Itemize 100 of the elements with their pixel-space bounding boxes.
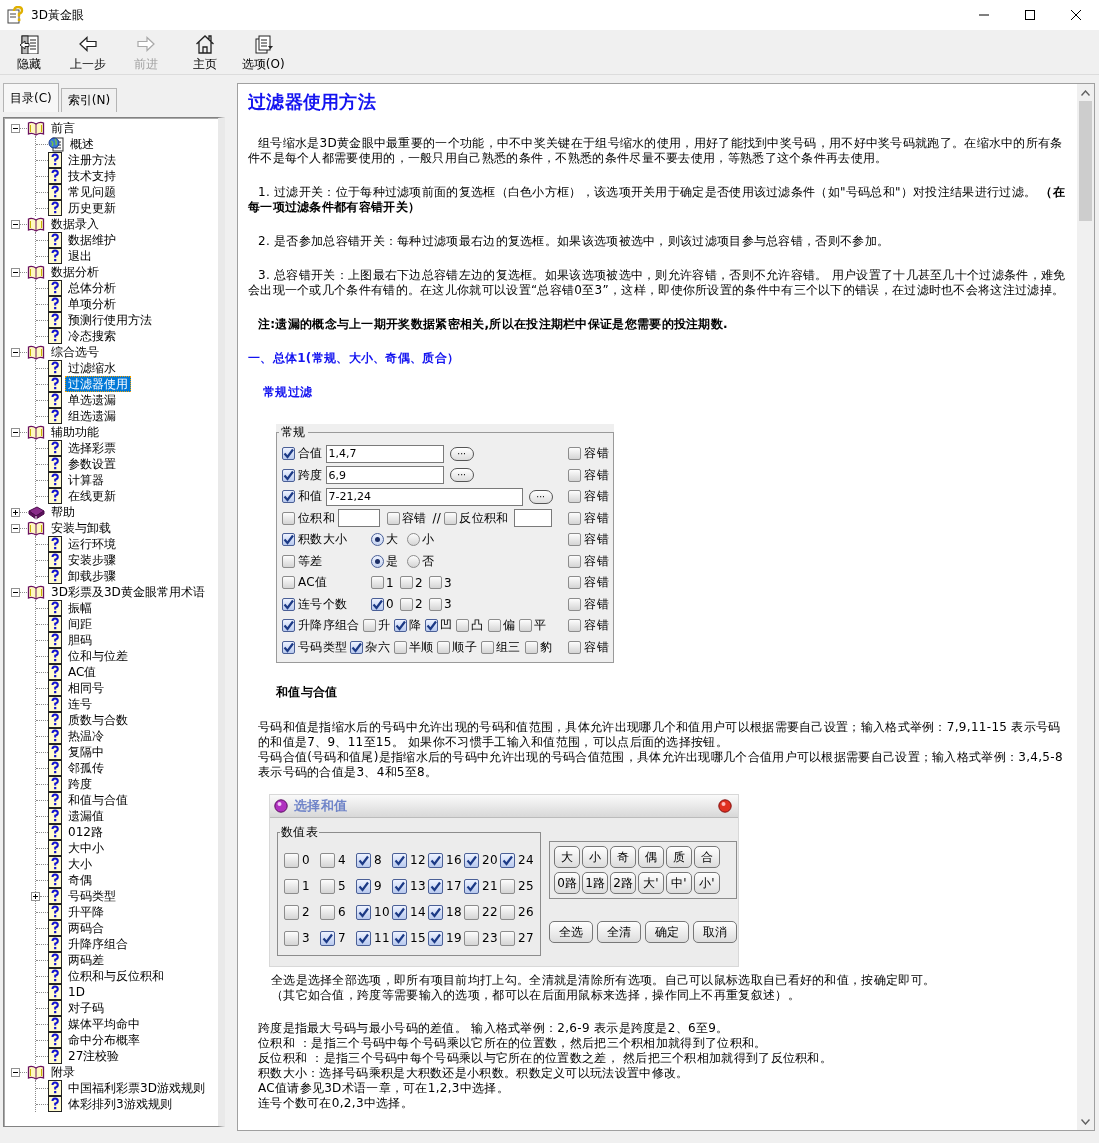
checkbox[interactable] bbox=[428, 930, 443, 946]
toolbar-button[interactable]: 选项(O) bbox=[234, 30, 293, 74]
quick-select-button[interactable]: 合 bbox=[694, 846, 720, 868]
quick-select-button[interactable]: 小 bbox=[582, 846, 608, 868]
tree-item[interactable]: 间距 bbox=[65, 616, 95, 632]
checkbox[interactable] bbox=[392, 904, 407, 920]
collapse-toggle-icon[interactable] bbox=[11, 523, 20, 533]
checkbox[interactable] bbox=[320, 878, 335, 894]
picker-button[interactable]: ··· bbox=[449, 446, 474, 461]
quick-select-button[interactable]: 偶 bbox=[638, 846, 664, 868]
checkbox[interactable] bbox=[524, 640, 538, 654]
tree-item[interactable]: 胆码 bbox=[65, 632, 95, 648]
expand-toggle-icon[interactable] bbox=[11, 507, 20, 517]
checkbox[interactable] bbox=[284, 904, 299, 920]
quick-select-button[interactable]: 2路 bbox=[610, 872, 636, 894]
tree-item[interactable]: 位积和与反位积和 bbox=[65, 968, 167, 984]
checkbox[interactable] bbox=[568, 468, 582, 482]
collapse-toggle-icon[interactable] bbox=[11, 123, 20, 133]
checkbox[interactable] bbox=[428, 878, 443, 894]
checkbox[interactable] bbox=[392, 878, 407, 894]
dialog-button[interactable]: 取消 bbox=[693, 921, 737, 943]
close-icon[interactable] bbox=[1070, 9, 1082, 21]
tree-item[interactable]: 和值与合值 bbox=[65, 792, 131, 808]
checkbox[interactable] bbox=[568, 576, 582, 590]
tree-item[interactable]: 技术支持 bbox=[65, 168, 119, 184]
checkbox[interactable] bbox=[356, 930, 371, 946]
tree-item[interactable]: 退出 bbox=[65, 248, 95, 264]
checkbox[interactable] bbox=[568, 554, 582, 568]
collapse-toggle-icon[interactable] bbox=[11, 1067, 20, 1077]
checkbox[interactable] bbox=[282, 533, 295, 547]
tree-item[interactable]: 27注校验 bbox=[65, 1048, 123, 1064]
checkbox[interactable] bbox=[481, 640, 495, 654]
tree-item[interactable]: 预测行使用方法 bbox=[65, 312, 155, 328]
tree-item[interactable]: 复隔中 bbox=[65, 744, 107, 760]
dialog-button[interactable]: 确定 bbox=[645, 921, 689, 943]
tree-item[interactable]: 两码差 bbox=[65, 952, 107, 968]
quick-select-button[interactable]: 大' bbox=[638, 872, 664, 894]
checkbox[interactable] bbox=[356, 878, 371, 894]
checkbox[interactable] bbox=[428, 576, 442, 590]
tree-item[interactable]: 在线更新 bbox=[65, 488, 119, 504]
collapse-toggle-icon[interactable] bbox=[11, 219, 20, 229]
input-field[interactable] bbox=[514, 509, 553, 528]
checkbox[interactable] bbox=[282, 468, 295, 482]
tree-item[interactable]: 附录 bbox=[48, 1064, 78, 1080]
tree-item[interactable]: 热温冷 bbox=[65, 728, 107, 744]
tree-item[interactable]: 振幅 bbox=[65, 600, 95, 616]
checkbox[interactable] bbox=[282, 576, 295, 590]
checkbox[interactable] bbox=[428, 852, 443, 868]
tree-item[interactable]: 奇偶 bbox=[65, 872, 95, 888]
checkbox[interactable] bbox=[320, 930, 335, 946]
tree-item[interactable]: 升降序组合 bbox=[65, 936, 131, 952]
checkbox[interactable] bbox=[282, 597, 295, 611]
checkbox[interactable] bbox=[362, 619, 376, 633]
tree-item[interactable]: 计算器 bbox=[65, 472, 107, 488]
quick-select-button[interactable]: 中' bbox=[666, 872, 692, 894]
tree-item[interactable]: 相同号 bbox=[65, 680, 107, 696]
checkbox[interactable] bbox=[284, 852, 299, 868]
tree-item[interactable]: 3D彩票及3D黄金眼常用术语 bbox=[48, 584, 208, 600]
quick-select-button[interactable]: 奇 bbox=[610, 846, 636, 868]
tree-item[interactable]: 数据录入 bbox=[48, 216, 102, 232]
checkbox[interactable] bbox=[356, 852, 371, 868]
tree-item[interactable]: 卸载步骤 bbox=[65, 568, 119, 584]
maximize-icon[interactable] bbox=[1024, 9, 1036, 21]
tree-item[interactable]: 媒体平均命中 bbox=[65, 1016, 143, 1032]
checkbox[interactable] bbox=[500, 852, 515, 868]
checkbox[interactable] bbox=[392, 852, 407, 868]
radio-button[interactable] bbox=[407, 554, 421, 568]
checkbox[interactable] bbox=[500, 904, 515, 920]
checkbox[interactable] bbox=[282, 511, 295, 525]
toolbar-button[interactable]: 主页 bbox=[175, 30, 234, 74]
checkbox[interactable] bbox=[284, 878, 299, 894]
dialog-button[interactable]: 全选 bbox=[549, 921, 593, 943]
tree-item[interactable]: 两码合 bbox=[65, 920, 107, 936]
tree-item[interactable]: 总体分析 bbox=[65, 280, 119, 296]
tree-item[interactable]: 运行环境 bbox=[65, 536, 119, 552]
collapse-toggle-icon[interactable] bbox=[11, 347, 20, 357]
tree-item[interactable]: 号码类型 bbox=[65, 888, 119, 904]
checkbox[interactable] bbox=[428, 904, 443, 920]
tree-item[interactable]: 连号 bbox=[65, 696, 95, 712]
expand-toggle-icon[interactable] bbox=[31, 891, 40, 901]
checkbox[interactable] bbox=[399, 576, 413, 590]
checkbox[interactable] bbox=[568, 490, 582, 504]
dialog-button[interactable]: 全清 bbox=[597, 921, 641, 943]
checkbox[interactable] bbox=[386, 511, 400, 525]
tree-item[interactable]: 对子码 bbox=[65, 1000, 107, 1016]
checkbox[interactable] bbox=[500, 930, 515, 946]
tree-item[interactable]: 选择彩票 bbox=[65, 440, 119, 456]
tab[interactable]: 目录(C) bbox=[3, 83, 59, 112]
tree-item[interactable]: 参数设置 bbox=[65, 456, 119, 472]
checkbox[interactable] bbox=[393, 619, 407, 633]
tree-item[interactable]: 过滤缩水 bbox=[65, 360, 119, 376]
picker-button[interactable]: ··· bbox=[528, 489, 553, 504]
tree-item[interactable]: 历史更新 bbox=[65, 200, 119, 216]
collapse-toggle-icon[interactable] bbox=[11, 427, 20, 437]
checkbox[interactable] bbox=[282, 619, 295, 633]
radio-button[interactable] bbox=[371, 554, 384, 568]
quick-select-button[interactable]: 质 bbox=[666, 846, 692, 868]
checkbox[interactable] bbox=[456, 619, 470, 633]
tree-item[interactable]: 单选遗漏 bbox=[65, 392, 119, 408]
tree-item[interactable]: 辅助功能 bbox=[48, 424, 102, 440]
